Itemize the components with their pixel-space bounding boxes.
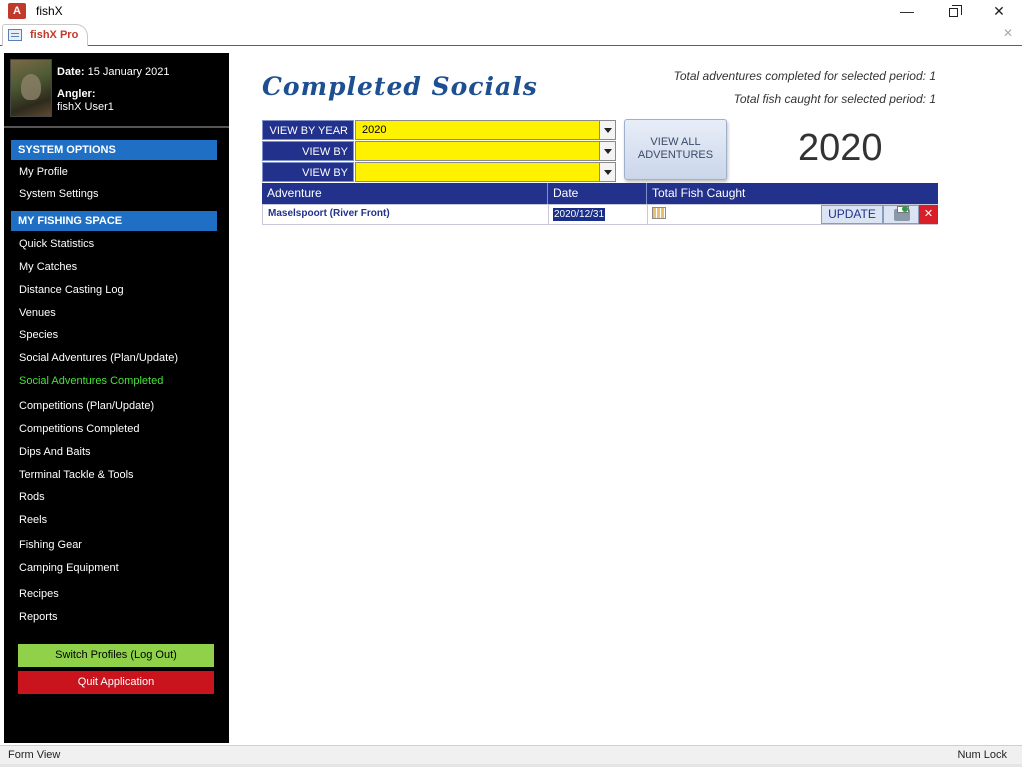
sidebar-item-dips-and-baits[interactable]: Dips And Baits <box>19 446 91 458</box>
close-tab-icon[interactable]: ✕ <box>1003 26 1013 40</box>
sidebar-item-distance-casting-log[interactable]: Distance Casting Log <box>19 284 124 296</box>
sidebar-item-rods[interactable]: Rods <box>19 491 45 503</box>
date-value[interactable]: 2020/12/31 <box>553 208 606 221</box>
adventure-cell[interactable]: Maselspoort (River Front) <box>263 205 549 224</box>
angler-label: Angler: <box>57 88 96 100</box>
month-filter-label: VIEW BY MONTH <box>262 141 354 178</box>
window-title: fishX <box>36 4 63 18</box>
date-value: 15 January 2021 <box>87 66 170 78</box>
year-dropdown-icon[interactable] <box>599 120 616 140</box>
date-label: Date: <box>57 66 85 78</box>
sidebar-item-venues[interactable]: Venues <box>19 307 56 319</box>
navigation-sidebar: Date: 15 January 2021 Angler: fishX User… <box>4 53 229 743</box>
avatar <box>10 59 52 117</box>
view-mode-status: Form View <box>8 749 61 761</box>
num-lock-status: Num Lock <box>957 749 1007 761</box>
date-cell[interactable]: 2020/12/31 <box>549 205 648 224</box>
print-button[interactable] <box>883 205 919 224</box>
status-bar: Form View Num Lock <box>0 745 1022 767</box>
document-tab-bar: fishX Pro ✕ <box>0 22 1022 46</box>
sidebar-item-my-profile[interactable]: My Profile <box>19 166 68 178</box>
current-date: Date: 15 January 2021 <box>57 66 170 78</box>
sidebar-item-social-adventures-plan[interactable]: Social Adventures (Plan/Update) <box>19 352 178 364</box>
venue-filter-combo[interactable] <box>355 162 600 182</box>
switch-profiles-button[interactable]: Switch Profiles (Log Out) <box>18 644 214 667</box>
sidebar-item-fishing-gear[interactable]: Fishing Gear <box>19 539 82 551</box>
selected-year-display: 2020 <box>798 127 883 169</box>
tab-label: fishX Pro <box>30 29 79 41</box>
column-header-total-fish: Total Fish Caught <box>652 186 746 200</box>
sidebar-item-quick-statistics[interactable]: Quick Statistics <box>19 238 94 250</box>
venue-dropdown-icon[interactable] <box>599 162 616 182</box>
quit-application-button[interactable]: Quit Application <box>18 671 214 694</box>
column-header-date: Date <box>548 183 647 204</box>
table-header: Adventure Date Total Fish Caught <box>262 183 938 204</box>
sidebar-divider <box>4 126 229 128</box>
month-dropdown-icon[interactable] <box>599 141 616 161</box>
sidebar-item-system-settings[interactable]: System Settings <box>19 188 98 200</box>
sidebar-item-camping-equipment[interactable]: Camping Equipment <box>19 562 119 574</box>
printer-icon <box>894 206 910 221</box>
table-row[interactable]: Maselspoort (River Front) 2020/12/31 UPD… <box>262 204 938 225</box>
page-title: Completed Socials <box>262 72 538 101</box>
access-app-icon: A <box>8 3 26 19</box>
sidebar-item-recipes[interactable]: Recipes <box>19 588 59 600</box>
sidebar-item-competitions-completed[interactable]: Competitions Completed <box>19 423 139 435</box>
system-options-header: SYSTEM OPTIONS <box>11 140 217 160</box>
delete-button[interactable]: ✕ <box>919 205 938 224</box>
sidebar-item-competitions-plan[interactable]: Competitions (Plan/Update) <box>19 400 154 412</box>
angler-name: fishX User1 <box>57 101 114 113</box>
sidebar-item-reels[interactable]: Reels <box>19 514 47 526</box>
minimize-button[interactable]: — <box>884 0 930 22</box>
profile-panel: Date: 15 January 2021 Angler: fishX User… <box>4 53 229 123</box>
month-filter-combo[interactable] <box>355 141 600 161</box>
calendar-icon[interactable] <box>652 207 666 219</box>
form-icon <box>8 29 22 41</box>
update-button[interactable]: UPDATE <box>821 205 883 224</box>
sidebar-item-my-catches[interactable]: My Catches <box>19 261 77 273</box>
summary-fish: Total fish caught for selected period: 1 <box>733 92 936 106</box>
restore-button[interactable] <box>930 0 976 22</box>
sidebar-item-social-adventures-completed[interactable]: Social Adventures Completed <box>19 375 163 387</box>
column-header-adventure: Adventure <box>262 183 548 204</box>
year-filter-combo[interactable]: 2020 <box>355 120 600 140</box>
close-window-button[interactable]: ✕ <box>976 0 1022 22</box>
fishing-space-header: MY FISHING SPACE <box>11 211 217 231</box>
view-all-adventures-button[interactable]: VIEW ALL ADVENTURES <box>624 119 727 180</box>
year-filter-label: VIEW BY YEAR <box>262 120 354 140</box>
tab-fishx-pro[interactable]: fishX Pro <box>2 24 88 46</box>
venue-filter-label: VIEW BY VENUE <box>262 162 354 199</box>
summary-adventures: Total adventures completed for selected … <box>673 69 936 83</box>
title-bar: A fishX — ✕ <box>0 0 1022 22</box>
restore-icon <box>948 5 962 17</box>
sidebar-item-species[interactable]: Species <box>19 329 58 341</box>
sidebar-item-terminal-tackle[interactable]: Terminal Tackle & Tools <box>19 469 134 481</box>
sidebar-item-reports[interactable]: Reports <box>19 611 58 623</box>
